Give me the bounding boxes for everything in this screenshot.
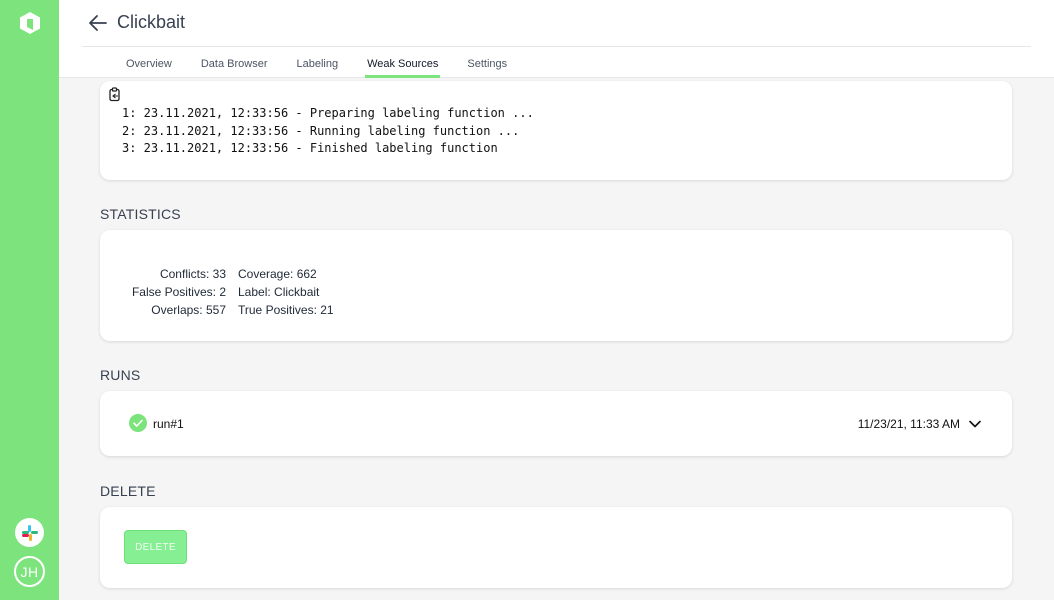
stat-label: Label: Clickbait [238,285,320,299]
execution-log-card: 1: 23.11.2021, 12:33:56 - Preparing labe… [100,81,1012,180]
stat-true-positives: True Positives: 21 [238,303,334,317]
stat-false-positives: False Positives: 2 [131,285,226,299]
delete-heading: DELETE [100,483,156,499]
page-title: Clickbait [117,12,186,32]
log-lines: 1: 23.11.2021, 12:33:56 - Preparing labe… [122,105,534,158]
stat-coverage: Coverage: 662 [238,267,317,281]
statistics-card: Conflicts: 33 Coverage: 662 False Positi… [100,230,1012,341]
run-name: run#1 [153,417,184,431]
log-line: 1: 23.11.2021, 12:33:56 - Preparing labe… [122,106,534,120]
tab-settings[interactable]: Settings [467,58,507,74]
stat-conflicts: Conflicts: 33 [159,267,226,281]
tab-weak-sources[interactable]: Weak Sources [365,58,441,78]
clipboard-copy-icon[interactable] [107,87,123,103]
chevron-down-icon[interactable] [968,417,982,431]
tab-data-browser[interactable]: Data Browser [201,58,268,74]
stat-overlaps: Overlaps: 557 [151,303,226,317]
app-logo-icon[interactable] [19,11,41,35]
user-avatar[interactable]: JH [14,556,45,587]
statistics-grid: Conflicts: 33 Coverage: 662 False Positi… [100,265,334,319]
delete-card: DELETE [100,507,1012,588]
log-line: 2: 23.11.2021, 12:33:56 - Running labeli… [122,123,520,138]
runs-heading: RUNS [100,367,141,383]
run-item[interactable]: run#1 11/23/21, 11:33 AM [100,391,1012,456]
success-check-icon [129,414,147,432]
log-line: 3: 23.11.2021, 12:33:56 - Finished label… [122,141,498,156]
back-arrow-icon[interactable] [87,12,109,34]
tab-labeling[interactable]: Labeling [296,58,338,74]
sidebar: JH [0,0,59,600]
page-header: Clickbait Overview Data Browser Labeling… [59,0,1054,78]
statistics-heading: STATISTICS [100,206,181,222]
tab-bar: Overview Data Browser Labeling Weak Sour… [126,58,536,78]
slack-icon[interactable] [15,518,44,547]
tab-overview[interactable]: Overview [126,58,172,74]
run-date: 11/23/21, 11:33 AM [857,417,960,431]
header-divider [82,46,1031,47]
delete-button[interactable]: DELETE [124,530,187,564]
